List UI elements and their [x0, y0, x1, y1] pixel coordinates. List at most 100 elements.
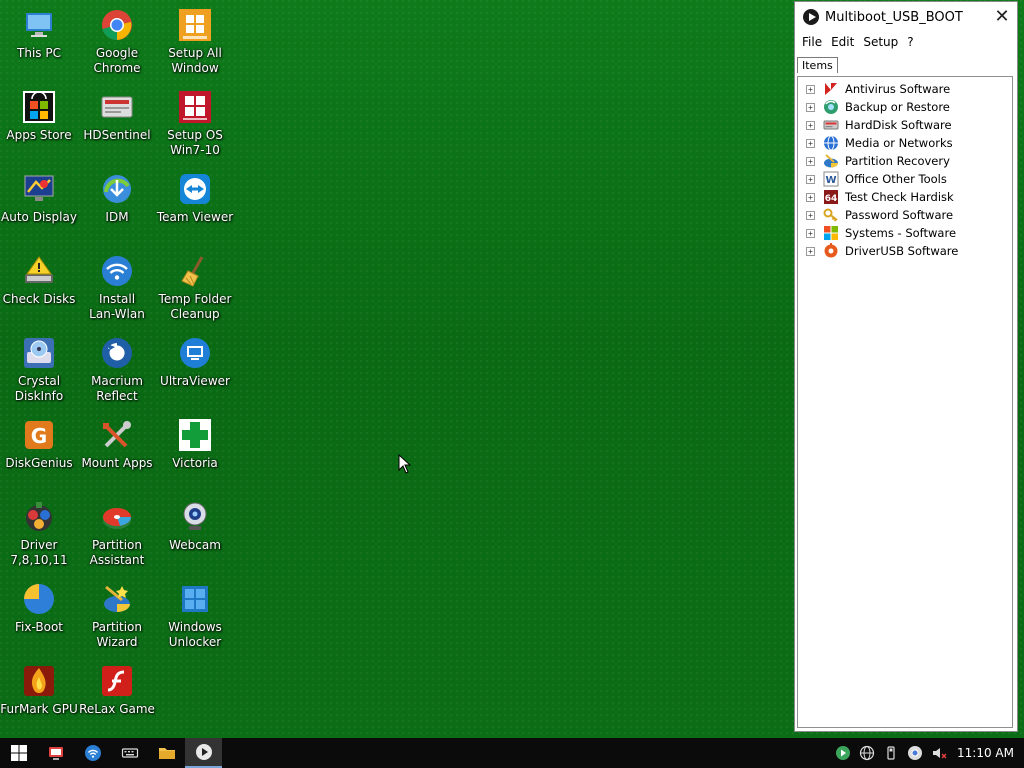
tree-item-label: Systems - Software [845, 226, 957, 240]
desktop-shortcut-ultraviewer[interactable]: UltraViewer [156, 330, 234, 410]
desktop-shortcut-broom[interactable]: Temp Folder Cleanup [156, 248, 234, 328]
expand-toggle[interactable]: + [806, 120, 815, 130]
tree-item-partition-recovery[interactable]: + Partition Recovery [798, 152, 1012, 170]
menu-edit[interactable]: Edit [830, 35, 860, 49]
volume-muted-icon [933, 748, 947, 759]
taskbar-keyboard[interactable] [111, 738, 148, 768]
folder-icon [158, 748, 175, 759]
furmark-icon [22, 664, 56, 698]
tree-item-label: Antivirus Software [845, 82, 951, 96]
taskbar-wifi[interactable] [74, 738, 111, 768]
webcam-icon [178, 500, 212, 534]
windows-logo-icon [10, 745, 27, 761]
tree-item-key[interactable]: + Password Software [798, 206, 1012, 224]
svg-text:W: W [825, 175, 836, 186]
window-title: Multiboot_USB_BOOT [825, 9, 963, 25]
expand-toggle[interactable]: + [806, 156, 815, 166]
desktop-shortcut-diskgenius[interactable]: G DiskGenius [0, 412, 78, 492]
desktop-shortcut-setup-os[interactable]: Setup OS Win7-10 [156, 84, 234, 164]
mount-apps-icon [100, 418, 134, 452]
idm-icon [100, 172, 134, 206]
tray-volume[interactable] [927, 738, 951, 768]
start-button[interactable] [0, 738, 37, 768]
tray-globe[interactable] [855, 738, 879, 768]
desktop-shortcut-partition-assistant[interactable]: Partition Assistant [78, 494, 156, 574]
taskbar-network-tool[interactable] [37, 738, 74, 768]
desktop-shortcut-flash-game[interactable]: ReLax Game [78, 658, 156, 738]
windows-unlocker-icon [178, 582, 212, 616]
expand-toggle[interactable]: + [806, 102, 815, 112]
desktop-shortcut-fix-boot[interactable]: Fix-Boot [0, 576, 78, 656]
desktop-shortcut-label: FurMark GPU [0, 702, 78, 716]
tree-item-label: Backup or Restore [845, 100, 950, 114]
expand-toggle[interactable]: + [806, 246, 815, 256]
tree-item-antivirus[interactable]: + Antivirus Software [798, 80, 1012, 98]
desktop-shortcut-teamviewer[interactable]: Team Viewer [156, 166, 234, 246]
taskbar-multiboot[interactable] [185, 738, 222, 768]
menu-setup[interactable]: Setup [862, 35, 904, 49]
play-circle-icon [836, 746, 851, 760]
desktop-shortcut-mount-apps[interactable]: Mount Apps [78, 412, 156, 492]
desktop-shortcut-check-disks[interactable]: Check Disks [0, 248, 78, 328]
desktop-shortcut-this-pc[interactable]: This PC [0, 2, 78, 82]
victoria-icon [178, 418, 212, 452]
tree-item-harddisk[interactable]: + HardDisk Software [798, 116, 1012, 134]
desktop-shortcut-wifi[interactable]: Install Lan-Wlan [78, 248, 156, 328]
multiboot-window: Multiboot_USB_BOOT ✕ File Edit Setup ? I… [794, 1, 1018, 732]
system-tray: 11:10 AM [831, 738, 1024, 768]
desktop-shortcut-crystal-diskinfo[interactable]: Crystal DiskInfo [0, 330, 78, 410]
desktop-shortcut-victoria[interactable]: Victoria [156, 412, 234, 492]
desktop-shortcut-label: ReLax Game [79, 702, 155, 716]
play-icon [195, 744, 212, 760]
desktop-shortcut-idm[interactable]: IDM [78, 166, 156, 246]
tree-item-office[interactable]: + W Office Other Tools [798, 170, 1012, 188]
desktop-shortcut-macrium-reflect[interactable]: Macrium Reflect [78, 330, 156, 410]
taskbar-file-explorer[interactable] [148, 738, 185, 768]
tray-play[interactable] [831, 738, 855, 768]
menu-file[interactable]: File [801, 35, 828, 49]
menu-help[interactable]: ? [906, 35, 919, 49]
tree-item-windows[interactable]: + Systems - Software [798, 224, 1012, 242]
desktop-shortcut-driver[interactable]: Driver 7,8,10,11 [0, 494, 78, 574]
desktop-shortcut-apps-store[interactable]: Apps Store [0, 84, 78, 164]
expand-toggle[interactable]: + [806, 84, 815, 94]
desktop-shortcut-label: Fix-Boot [15, 620, 63, 634]
clock[interactable]: 11:10 AM [951, 746, 1024, 760]
items-tree[interactable]: + Antivirus Software + Backup or Restore + Ha… [797, 76, 1013, 728]
desktop-shortcut-webcam[interactable]: Webcam [156, 494, 234, 574]
desktop-shortcut-auto-display[interactable]: Auto Display [0, 166, 78, 246]
expand-toggle[interactable]: + [806, 192, 815, 202]
setup-all-window-icon [178, 8, 212, 42]
desktop-shortcut-label: DiskGenius [5, 456, 73, 470]
close-button[interactable]: ✕ [987, 3, 1017, 31]
tray-chrome[interactable] [903, 738, 927, 768]
desktop-shortcut-windows-unlocker[interactable]: Windows Unlocker [156, 576, 234, 656]
desktop-shortcut-furmark[interactable]: FurMark GPU [0, 658, 78, 738]
tab-items[interactable]: Items [797, 57, 838, 73]
hdsentinel-icon [100, 90, 134, 124]
expand-toggle[interactable]: + [806, 138, 815, 148]
tree-item-test-check[interactable]: +64 Test Check Hardisk [798, 188, 1012, 206]
window-titlebar[interactable]: Multiboot_USB_BOOT ✕ [795, 2, 1017, 32]
desktop-shortcut-label: Partition Wizard [91, 620, 142, 649]
tray-usb[interactable] [879, 738, 903, 768]
tree-item-backup[interactable]: + Backup or Restore [798, 98, 1012, 116]
desktop-shortcut-hdsentinel[interactable]: HDSentinel [78, 84, 156, 164]
this-pc-icon [22, 8, 56, 42]
desktop-shortcut-partition-wizard[interactable]: Partition Wizard [78, 576, 156, 656]
tree-item-driver-usb[interactable]: + DriverUSB Software [798, 242, 1012, 260]
crystal-diskinfo-icon [22, 336, 56, 370]
expand-toggle[interactable]: + [806, 210, 815, 220]
desktop-shortcut-label: Auto Display [1, 210, 77, 224]
tree-item-label: Office Other Tools [845, 172, 947, 186]
expand-toggle[interactable]: + [806, 228, 815, 238]
desktop-shortcut-setup-all-window[interactable]: Setup All Window [156, 2, 234, 82]
desktop-shortcut-label: IDM [105, 210, 129, 224]
svg-text:G: G [31, 424, 47, 448]
desktop-shortcut-label: Driver 7,8,10,11 [10, 538, 68, 567]
desktop-shortcut-chrome[interactable]: Google Chrome [78, 2, 156, 82]
tree-item-network[interactable]: + Media or Networks [798, 134, 1012, 152]
expand-toggle[interactable]: + [806, 174, 815, 184]
tree-item-label: Media or Networks [845, 136, 953, 150]
desktop-shortcut-label: Crystal DiskInfo [14, 374, 64, 403]
